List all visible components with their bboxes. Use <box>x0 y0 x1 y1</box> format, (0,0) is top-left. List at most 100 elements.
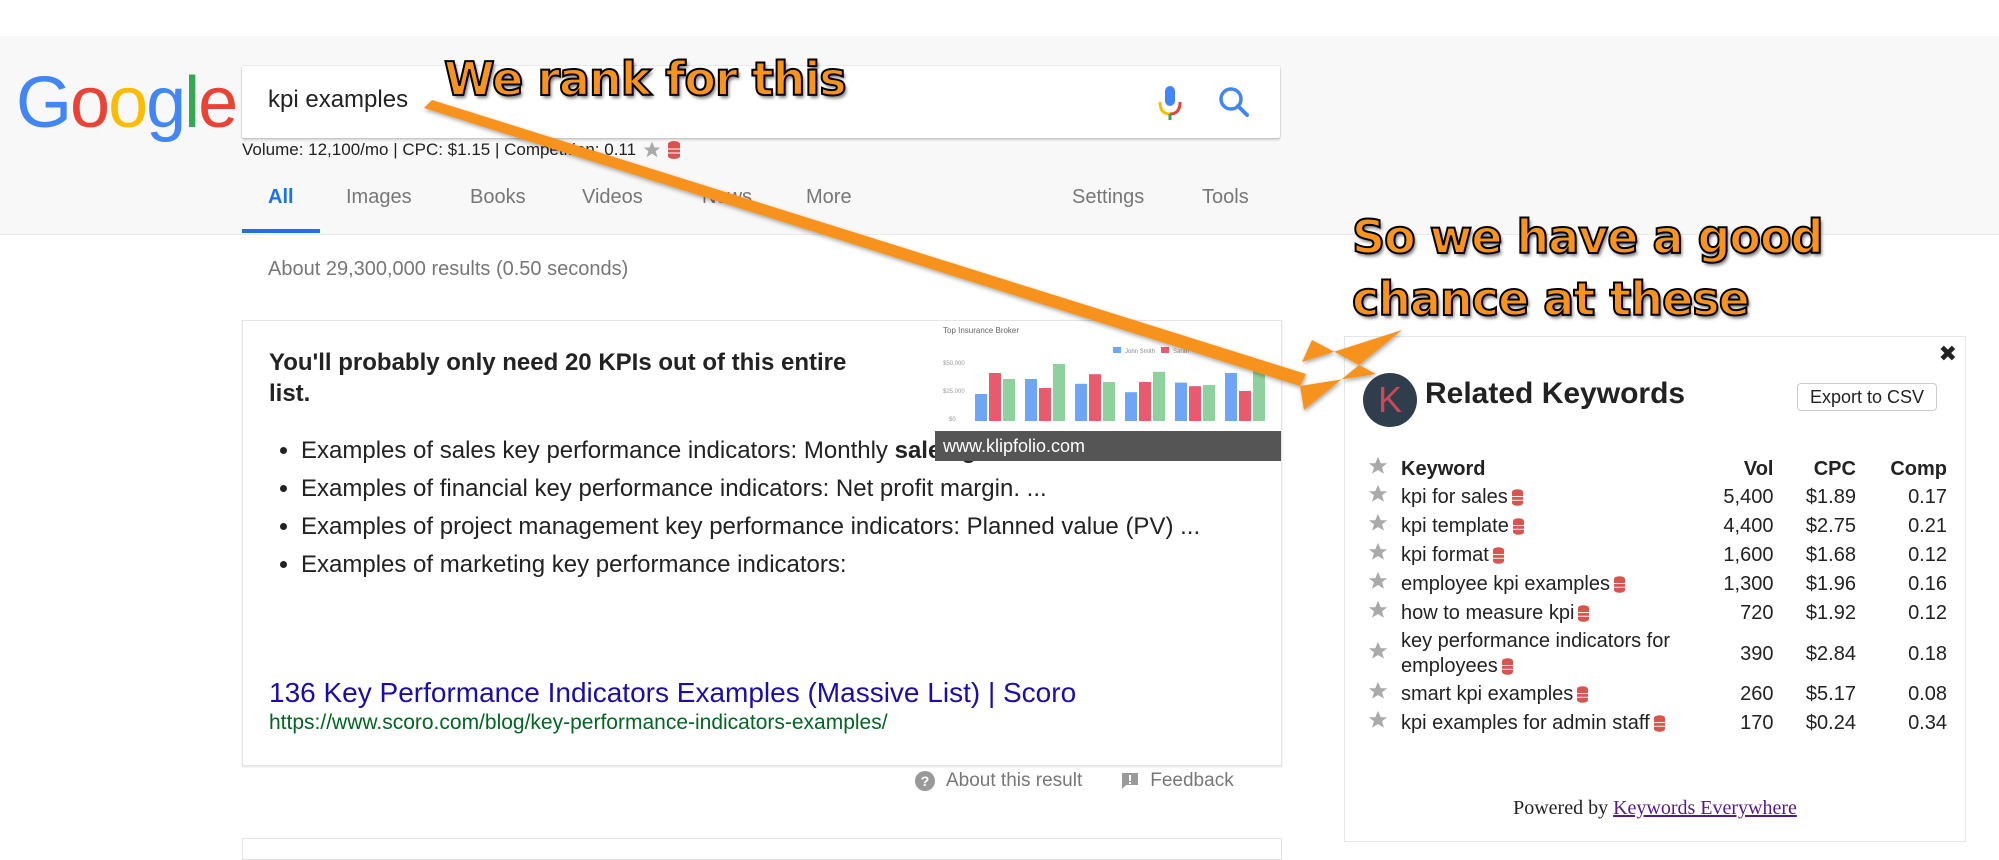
keyword-row: kpi examples for admin staff 170 $0.24 0.34 <box>1367 709 1947 738</box>
thumb-bars <box>975 364 1265 421</box>
row-star[interactable] <box>1367 709 1401 738</box>
tab-videos[interactable]: Videos <box>582 186 643 209</box>
vol-cell: 1,600 <box>1723 544 1774 566</box>
legend-swatch-2 <box>1161 347 1169 353</box>
cpc-cell: $2.75 <box>1805 515 1856 537</box>
keyword-stats-text: Volume: 12,100/mo | CPC: $1.15 | Competi… <box>242 140 637 159</box>
export-csv-button[interactable]: Export to CSV <box>1797 383 1938 411</box>
about-this-result[interactable]: ? About this result <box>914 770 1082 792</box>
keyword-cell: smart kpi examples <box>1401 680 1691 709</box>
col-vol: Vol <box>1743 457 1774 480</box>
thumb-bar <box>1125 392 1137 421</box>
snippet-bullet: Examples of financial key performance in… <box>301 473 1241 504</box>
star-icon[interactable] <box>1367 512 1389 534</box>
comp-cell: 0.18 <box>1908 642 1947 665</box>
database-icon[interactable] <box>1492 547 1504 564</box>
thumb-bar <box>1053 364 1065 421</box>
vol-cell: 260 <box>1740 683 1774 705</box>
thumb-bar <box>1003 379 1015 421</box>
active-tab-indicator <box>242 229 320 233</box>
row-star[interactable] <box>1367 599 1401 628</box>
row-star[interactable] <box>1367 570 1401 599</box>
tab-news[interactable]: News <box>702 186 752 209</box>
image-source-caption: www.klipfolio.com <box>935 431 1281 461</box>
svg-text:?: ? <box>921 773 930 789</box>
tab-images[interactable]: Images <box>346 186 412 209</box>
star-icon[interactable] <box>1367 599 1389 621</box>
star-icon[interactable] <box>1367 541 1389 563</box>
row-star[interactable] <box>1367 512 1401 541</box>
panel-title: Related Keywords <box>1425 377 1686 410</box>
keyword-cell: kpi format <box>1401 541 1691 570</box>
logo-letter: G <box>16 63 72 143</box>
row-star[interactable] <box>1367 680 1401 709</box>
row-star[interactable] <box>1367 628 1401 680</box>
thumb-bar <box>1089 374 1101 421</box>
keyword-cell: kpi examples for admin staff <box>1401 709 1691 738</box>
featured-snippet: You'll probably only need 20 KPIs out of… <box>242 320 1282 766</box>
keyword-row: how to measure kpi 720 $1.92 0.12 <box>1367 599 1947 628</box>
table-header-row: Keyword Vol CPC Comp <box>1367 455 1947 483</box>
keyword-row: smart kpi examples 260 $5.17 0.08 <box>1367 680 1947 709</box>
cpc-cell: $1.92 <box>1805 602 1856 624</box>
star-icon[interactable] <box>1367 680 1389 702</box>
tab-tools[interactable]: Tools <box>1202 186 1249 209</box>
microphone-icon[interactable] <box>1152 82 1188 122</box>
comp-cell: 0.08 <box>1908 683 1947 705</box>
feedback-icon <box>1122 773 1139 789</box>
cpc-cell: $2.84 <box>1805 642 1856 665</box>
star-icon[interactable] <box>1367 483 1389 505</box>
thumb-bar <box>975 394 987 421</box>
close-icon[interactable]: ✖ <box>1939 341 1957 367</box>
feedback-link[interactable]: Feedback <box>1120 770 1234 792</box>
tab-settings[interactable]: Settings <box>1072 186 1144 209</box>
keyword-cell: employee kpi examples <box>1401 570 1691 599</box>
thumb-bar <box>989 373 1001 421</box>
search-icon[interactable] <box>1214 82 1254 122</box>
header-star[interactable] <box>1367 455 1401 483</box>
comp-cell: 0.16 <box>1908 573 1947 595</box>
star-icon[interactable] <box>1367 640 1389 662</box>
snippet-image[interactable]: Top Insurance Broker John Smith Sarah $5… <box>935 321 1281 461</box>
thumb-bar <box>1025 379 1037 421</box>
comp-cell: 0.12 <box>1908 544 1947 566</box>
row-star[interactable] <box>1367 541 1401 570</box>
related-keywords-panel: ✖ K Related Keywords Export to CSV Keywo… <box>1344 336 1966 842</box>
keywords-everywhere-link[interactable]: Keywords Everywhere <box>1613 797 1797 819</box>
keyword-row: kpi template 4,400 $2.75 0.21 <box>1367 512 1947 541</box>
vol-cell: 390 <box>1740 642 1774 665</box>
result-link-title[interactable]: 136 Key Performance Indicators Examples … <box>269 677 1076 709</box>
y-tick-low: $0 <box>949 417 956 423</box>
tab-all[interactable]: All <box>268 186 294 209</box>
annotation-good-chance: So we have a good chance at these <box>1351 209 1825 327</box>
star-icon[interactable] <box>1367 709 1389 731</box>
cpc-cell: $0.24 <box>1805 712 1856 734</box>
row-star[interactable] <box>1367 483 1401 512</box>
thumb-bar <box>1225 373 1237 421</box>
database-icon[interactable] <box>1578 605 1590 622</box>
database-icon[interactable] <box>1614 576 1625 593</box>
keywords-table: Keyword Vol CPC Comp kpi for sales 5,400 $… <box>1367 455 1947 738</box>
powered-by: Powered by Keywords Everywhere <box>1513 797 1797 819</box>
star-icon[interactable] <box>642 140 662 160</box>
col-cpc: CPC <box>1813 457 1856 480</box>
tab-more[interactable]: More <box>806 186 852 209</box>
legend-swatch-1 <box>1113 347 1121 353</box>
keyword-cell: how to measure kpi <box>1401 599 1691 628</box>
star-icon[interactable] <box>1367 570 1389 592</box>
result-url: https://www.scoro.com/blog/key-performan… <box>269 711 888 734</box>
thumb-title: Top Insurance Broker <box>943 326 1019 335</box>
database-icon[interactable] <box>1501 658 1513 675</box>
tab-books[interactable]: Books <box>470 186 526 209</box>
y-tick-mid: $25,000 <box>943 389 965 395</box>
y-tick-high: $50,000 <box>943 361 965 367</box>
google-logo[interactable]: Google <box>16 62 238 144</box>
vol-cell: 5,400 <box>1723 486 1774 508</box>
comp-cell: 0.34 <box>1908 712 1947 734</box>
keyword-stats: Volume: 12,100/mo | CPC: $1.15 | Competi… <box>242 140 681 160</box>
database-icon[interactable] <box>1577 686 1589 703</box>
database-icon[interactable] <box>1653 715 1665 732</box>
database-icon[interactable] <box>1512 518 1524 535</box>
database-icon[interactable] <box>668 141 681 159</box>
database-icon[interactable] <box>1511 489 1523 506</box>
